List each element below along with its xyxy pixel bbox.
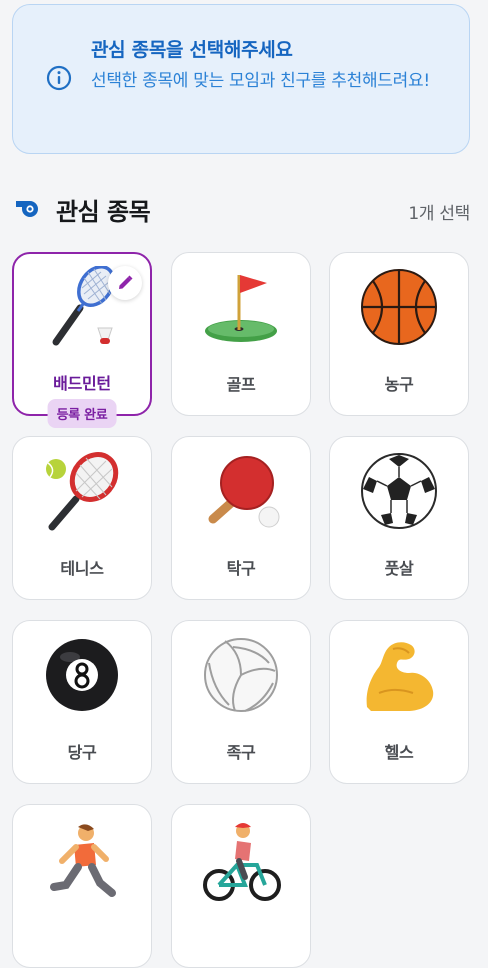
volleyball-icon [204, 638, 278, 712]
sport-label: 탁구 [226, 559, 256, 578]
sport-card-cycling[interactable] [171, 804, 311, 968]
ping-pong-icon [208, 456, 280, 528]
runner-icon [50, 824, 116, 897]
sport-label: 당구 [67, 743, 97, 762]
soccer-ball-icon [361, 453, 437, 529]
whistle-icon [16, 201, 38, 217]
golf-icon [205, 275, 277, 342]
registered-status-badge: 등록 완료 [47, 399, 117, 428]
section-header: 관심 종목 1개 선택 [12, 190, 470, 230]
sport-card-running[interactable] [12, 804, 152, 968]
sport-card-basketball[interactable]: 농구 [329, 252, 469, 416]
sport-card-gym[interactable]: 헬스 [329, 620, 469, 784]
info-icon [46, 65, 72, 91]
sport-label: 배드민턴 [53, 374, 111, 393]
sport-label: 테니스 [60, 559, 104, 578]
sport-card-table-tennis[interactable]: 탁구 [171, 436, 311, 600]
edit-button[interactable] [108, 266, 142, 300]
sport-label: 골프 [226, 375, 256, 394]
sport-label: 풋살 [384, 559, 414, 578]
banner-title: 관심 종목을 선택해주세요 [91, 39, 293, 61]
billiards-8-ball-icon [46, 639, 118, 711]
selected-count: 1개 선택 [408, 204, 470, 224]
sport-card-badminton[interactable]: 배드민턴 등록 완료 [12, 252, 152, 428]
sport-card-golf[interactable]: 골프 [171, 252, 311, 416]
banner-description: 선택한 종목에 맞는 모임과 친구를 추천해드려요! [91, 71, 430, 91]
sport-label: 농구 [384, 375, 414, 394]
basketball-icon [361, 269, 437, 345]
sport-card-jokgu[interactable]: 족구 [171, 620, 311, 784]
sport-label: 헬스 [384, 743, 414, 762]
tennis-icon [46, 452, 119, 531]
flexed-biceps-icon [366, 642, 434, 711]
sport-card-futsal[interactable]: 풋살 [329, 436, 469, 600]
info-banner: 관심 종목을 선택해주세요 선택한 종목에 맞는 모임과 친구를 추천해드려요! [12, 4, 470, 154]
sport-label: 족구 [226, 743, 256, 762]
sport-card-tennis[interactable]: 테니스 [12, 436, 152, 600]
pencil-icon [119, 275, 133, 289]
sport-card-billiards[interactable]: 당구 [12, 620, 152, 784]
cyclist-icon [203, 823, 281, 901]
section-title: 관심 종목 [56, 198, 151, 226]
